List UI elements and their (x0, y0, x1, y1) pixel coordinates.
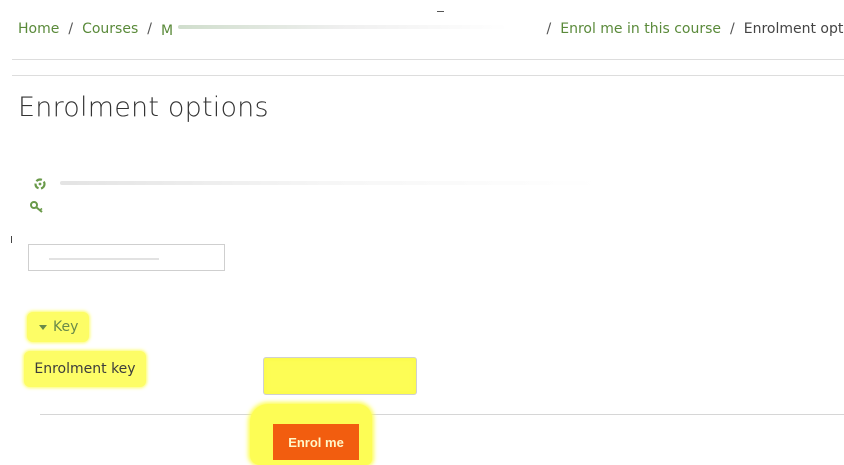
obscured-text (60, 181, 600, 185)
key-icon (29, 199, 45, 218)
breadcrumb-separator: / (68, 21, 74, 37)
enrolment-key-label: Enrolment key (24, 351, 146, 387)
key-section-label: Key (53, 319, 79, 335)
breadcrumb-separator: / (546, 21, 552, 37)
obscured-input[interactable] (28, 244, 225, 271)
enrolment-page: Home / Courses / M / Enrol me in this co… (0, 0, 844, 465)
breadcrumb-home-link[interactable]: Home (18, 21, 59, 37)
margin-mark (11, 236, 12, 243)
breadcrumb-separator: / (730, 21, 735, 37)
breadcrumb-separator: / (147, 21, 152, 37)
caret-down-icon (39, 324, 47, 330)
key-section-toggle[interactable]: Key (27, 312, 89, 342)
recycle-icon (33, 176, 47, 195)
divider (40, 414, 844, 415)
breadcrumb-enrol-link[interactable]: Enrol me in this course (560, 21, 721, 37)
breadcrumb: Home / Courses / M / Enrol me in this co… (18, 19, 844, 39)
obscured-course-name (177, 19, 538, 35)
divider (12, 75, 844, 76)
breadcrumb-courses-link[interactable]: Courses (82, 21, 138, 37)
page-title: Enrolment options (18, 92, 269, 123)
breadcrumb-course-prefix: M (160, 23, 174, 39)
breadcrumb-current: Enrolment options (743, 21, 844, 37)
divider (12, 59, 844, 60)
enrolment-key-input[interactable] (263, 357, 417, 395)
stray-mark (437, 11, 444, 12)
breadcrumb-course-link[interactable]: M (161, 19, 538, 39)
enrol-me-button[interactable]: Enrol me (273, 424, 359, 460)
